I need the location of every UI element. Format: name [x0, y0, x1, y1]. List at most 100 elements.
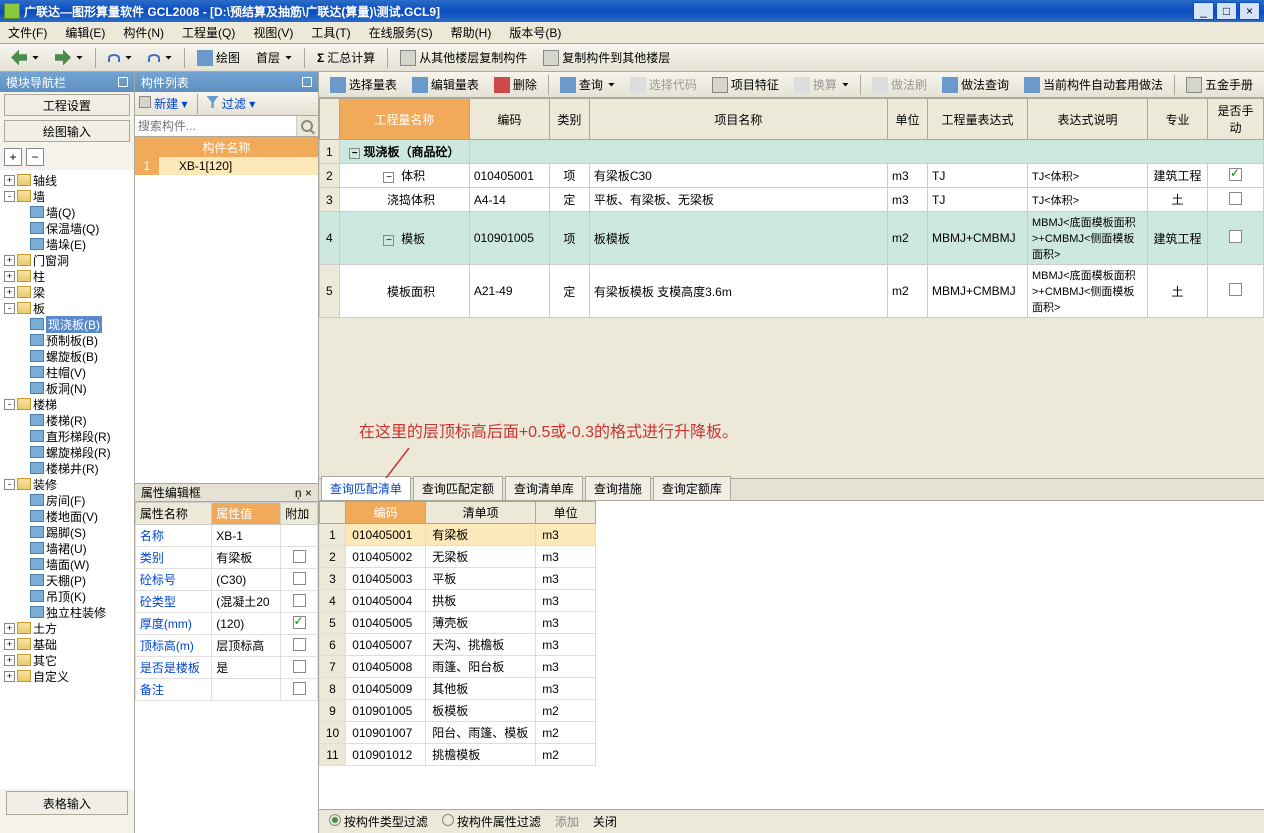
tree-item[interactable]: 柱帽(V) — [2, 364, 132, 380]
prop-value[interactable]: 有梁板 — [212, 547, 281, 569]
tree-toggle[interactable]: + — [4, 671, 15, 682]
grid-row[interactable]: 3 浇捣体积A4-14定平板、有梁板、无梁板m3TJTJ<体积>土 — [319, 188, 1263, 212]
query-row[interactable]: 3010405003平板m3 — [319, 568, 595, 590]
prop-value[interactable]: (混凝土20 — [212, 591, 281, 613]
add-link[interactable]: 添加 — [555, 813, 579, 830]
query-row[interactable]: 9010901005板模板m2 — [319, 700, 595, 722]
tree-toggle[interactable]: + — [4, 175, 15, 186]
tree-item[interactable]: 墙裙(U) — [2, 540, 132, 556]
tree-item[interactable]: +基础 — [2, 636, 132, 652]
tree-item[interactable]: 螺旋梯段(R) — [2, 444, 132, 460]
floor-select[interactable]: 首层 — [249, 47, 299, 69]
property-row[interactable]: 砼类型(混凝土20 — [135, 591, 317, 613]
tree-toggle[interactable]: - — [4, 303, 15, 314]
select-code-button[interactable]: 选择代码 — [623, 74, 704, 96]
tab-project-settings[interactable]: 工程设置 — [4, 94, 130, 116]
tree-item[interactable]: 楼梯(R) — [2, 412, 132, 428]
property-row[interactable]: 砼标号(C30) — [135, 569, 317, 591]
tree-item[interactable]: 墙(Q) — [2, 204, 132, 220]
nav-back-button[interactable] — [4, 47, 46, 69]
query-row[interactable]: 5010405005薄壳板m3 — [319, 612, 595, 634]
query-button[interactable]: 查询 — [553, 74, 622, 96]
tree-item[interactable]: +门窗洞 — [2, 252, 132, 268]
tree-item[interactable]: -楼梯 — [2, 396, 132, 412]
undo-button[interactable] — [101, 47, 139, 69]
prop-value[interactable]: 层顶标高 — [212, 635, 281, 657]
prop-value[interactable]: XB-1 — [212, 525, 281, 547]
component-search-input[interactable] — [135, 116, 296, 136]
tree-item[interactable]: 现浇板(B) — [2, 316, 132, 332]
query-row[interactable]: 4010405004拱板m3 — [319, 590, 595, 612]
tree-item[interactable]: -墙 — [2, 188, 132, 204]
tree-item[interactable]: 独立柱装修 — [2, 604, 132, 620]
checkbox[interactable] — [1229, 230, 1242, 243]
checkbox[interactable] — [1229, 168, 1242, 181]
tree-item[interactable]: 保温墙(Q) — [2, 220, 132, 236]
tree-item[interactable]: 墙面(W) — [2, 556, 132, 572]
menu-help[interactable]: 帮助(H) — [447, 22, 496, 43]
tree-toggle[interactable]: + — [4, 287, 15, 298]
grid-row[interactable]: 1− 现浇板（商品砼） — [319, 140, 1263, 164]
menu-edit[interactable]: 编辑(E) — [61, 22, 109, 43]
tree-item[interactable]: 楼地面(V) — [2, 508, 132, 524]
tree-toggle[interactable]: + — [4, 623, 15, 634]
tree-item[interactable]: 吊顶(K) — [2, 588, 132, 604]
tree-toggle[interactable]: + — [4, 255, 15, 266]
property-row[interactable]: 顶标高(m)层顶标高 — [135, 635, 317, 657]
checkbox[interactable] — [293, 594, 306, 607]
redo-button[interactable] — [141, 47, 179, 69]
property-row[interactable]: 是否是楼板是 — [135, 657, 317, 679]
edit-table-button[interactable]: 编辑量表 — [405, 74, 486, 96]
tree-item[interactable]: +其它 — [2, 652, 132, 668]
component-row[interactable]: 1 XB-1[120] — [135, 157, 318, 175]
checkbox[interactable] — [293, 616, 306, 629]
query-row[interactable]: 2010405002无梁板m3 — [319, 546, 595, 568]
auto-apply-button[interactable]: 当前构件自动套用做法 — [1017, 74, 1170, 96]
property-row[interactable]: 厚度(mm)(120) — [135, 613, 317, 635]
tree-toggle[interactable]: - — [4, 479, 15, 490]
tab-table-input[interactable]: 表格输入 — [6, 791, 128, 815]
tab-quota-lib[interactable]: 查询定额库 — [653, 476, 731, 500]
tree-toggle[interactable]: + — [4, 655, 15, 666]
prop-value[interactable] — [212, 679, 281, 701]
menu-online[interactable]: 在线服务(S) — [365, 22, 437, 43]
collapse-all-button[interactable]: − — [26, 148, 44, 166]
draw-button[interactable]: 绘图 — [190, 47, 247, 69]
tree-item[interactable]: 楼梯井(R) — [2, 460, 132, 476]
checkbox[interactable] — [293, 682, 306, 695]
tab-draw-input[interactable]: 绘图输入 — [4, 120, 130, 142]
new-component-link[interactable]: 新建 ▾ — [139, 95, 188, 112]
property-panel-close[interactable]: ņ × — [295, 486, 312, 500]
menu-quantity[interactable]: 工程量(Q) — [178, 22, 239, 43]
checkbox[interactable] — [293, 550, 306, 563]
tree-item[interactable]: 预制板(B) — [2, 332, 132, 348]
query-row[interactable]: 8010405009其他板m3 — [319, 678, 595, 700]
tab-match-quota[interactable]: 查询匹配定额 — [413, 476, 503, 500]
menu-component[interactable]: 构件(N) — [119, 22, 168, 43]
menu-version[interactable]: 版本号(B) — [505, 22, 565, 43]
checkbox[interactable] — [293, 660, 306, 673]
method-query-button[interactable]: 做法查询 — [935, 74, 1016, 96]
tree-item[interactable]: +梁 — [2, 284, 132, 300]
query-row[interactable]: 11010901012挑檐模板m2 — [319, 744, 595, 766]
menu-file[interactable]: 文件(F) — [4, 22, 51, 43]
method-brush-button[interactable]: 做法刷 — [865, 74, 934, 96]
tree-toggle[interactable]: - — [4, 191, 15, 202]
close-link[interactable]: 关闭 — [593, 813, 617, 830]
filter-component-link[interactable]: 过滤 ▾ — [207, 95, 256, 112]
checkbox[interactable] — [293, 572, 306, 585]
query-row[interactable]: 6010405007天沟、挑檐板m3 — [319, 634, 595, 656]
tree-item[interactable]: +轴线 — [2, 172, 132, 188]
filter-by-prop[interactable]: 按构件属性过滤 — [442, 813, 541, 830]
tree-item[interactable]: +土方 — [2, 620, 132, 636]
tab-measure[interactable]: 查询措施 — [585, 476, 651, 500]
tree-toggle[interactable]: + — [4, 639, 15, 650]
expand-all-button[interactable]: + — [4, 148, 22, 166]
query-row[interactable]: 7010405008雨篷、阳台板m3 — [319, 656, 595, 678]
tree-item[interactable]: 墙垛(E) — [2, 236, 132, 252]
prop-value[interactable]: 是 — [212, 657, 281, 679]
prop-value[interactable]: (120) — [212, 613, 281, 635]
search-button[interactable] — [296, 116, 318, 136]
tab-match-list[interactable]: 查询匹配清单 — [321, 476, 411, 500]
tree-toggle[interactable]: - — [4, 399, 15, 410]
